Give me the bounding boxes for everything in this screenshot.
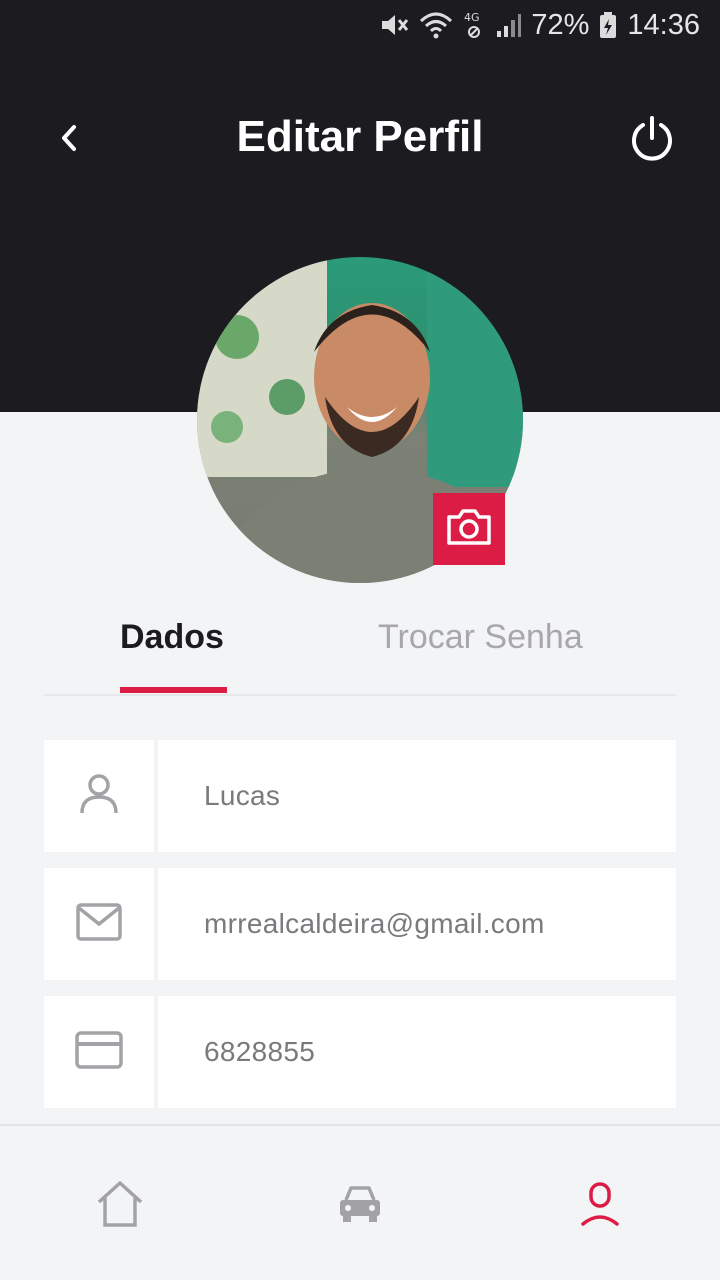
- email-field-icon-box: [44, 868, 154, 980]
- nav-home[interactable]: [90, 1178, 150, 1234]
- document-field: 6828855: [44, 996, 676, 1108]
- change-photo-button[interactable]: [433, 493, 505, 565]
- car-icon: [338, 1184, 382, 1229]
- battery-charging-icon: [599, 11, 617, 39]
- name-value: Lucas: [204, 780, 281, 811]
- bottom-nav: [0, 1124, 720, 1280]
- tab-dados[interactable]: Dados: [120, 618, 224, 657]
- status-bar: 4G 72% 14:36: [379, 6, 700, 44]
- profile-tabs: Dados Trocar Senha: [44, 600, 676, 696]
- document-field-icon-box: [44, 996, 154, 1108]
- battery-percent: 72%: [531, 8, 590, 41]
- status-time: 14:36: [627, 8, 700, 41]
- profile-icon: [580, 1181, 620, 1231]
- camera-icon: [445, 507, 493, 552]
- nav-profile[interactable]: [570, 1178, 630, 1234]
- card-icon: [75, 1030, 123, 1074]
- nav-vehicles[interactable]: [330, 1178, 390, 1234]
- logout-button[interactable]: [622, 110, 682, 172]
- wifi-icon: [419, 11, 453, 39]
- document-input[interactable]: 6828855: [158, 996, 676, 1108]
- user-icon: [79, 773, 119, 820]
- home-icon: [95, 1180, 145, 1233]
- page-title: Editar Perfil: [236, 112, 484, 161]
- email-input[interactable]: mrrealcaldeira@gmail.com: [158, 868, 676, 980]
- document-value: 6828855: [204, 1036, 316, 1067]
- power-icon: [629, 115, 675, 168]
- tab-trocar-senha[interactable]: Trocar Senha: [378, 618, 583, 657]
- network-4g-icon: 4G: [463, 10, 485, 40]
- name-input[interactable]: Lucas: [158, 740, 676, 852]
- network-4g-label: 4G: [464, 11, 480, 24]
- signal-icon: [495, 11, 522, 39]
- name-field-icon-box: [44, 740, 154, 852]
- email-value: mrrealcaldeira@gmail.com: [204, 908, 545, 939]
- mail-icon: [76, 902, 122, 946]
- name-field: Lucas: [44, 740, 676, 852]
- email-field: mrrealcaldeira@gmail.com: [44, 868, 676, 980]
- mute-icon: [379, 11, 409, 39]
- active-tab-indicator: [120, 687, 227, 693]
